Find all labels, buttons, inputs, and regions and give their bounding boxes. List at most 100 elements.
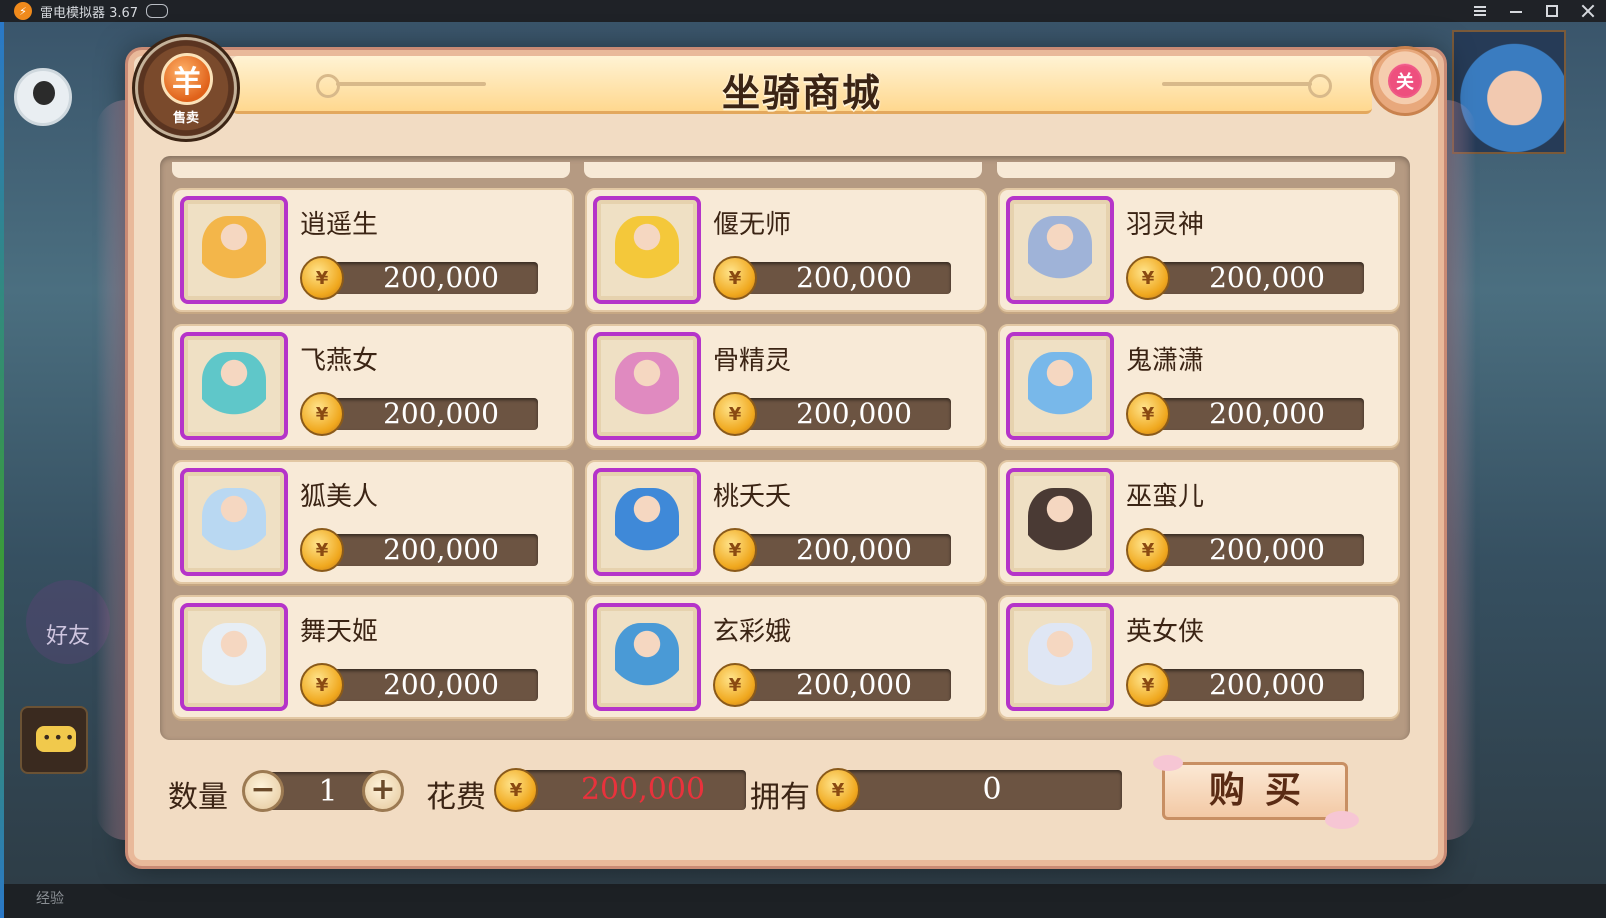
owned-value: 0 xyxy=(982,772,1002,807)
mount-item-card[interactable]: 偃无师 200,000 ¥ xyxy=(585,188,987,312)
mount-item-card[interactable]: 巫蛮儿 200,000 ¥ xyxy=(998,460,1400,584)
mount-portrait-frame xyxy=(180,196,288,304)
mount-name: 偃无师 xyxy=(713,210,792,240)
sell-label: 售卖 xyxy=(172,111,199,126)
owned-field: 0 xyxy=(842,770,1122,810)
gold-coin-icon: ¥ xyxy=(300,663,344,707)
mount-sprite xyxy=(615,216,679,286)
gamepad-icon[interactable] xyxy=(146,4,169,18)
maximize-icon[interactable] xyxy=(1544,3,1560,19)
gold-coin-icon: ¥ xyxy=(300,528,344,572)
experience-label: 经验 xyxy=(36,891,64,907)
mount-name: 鬼潇潇 xyxy=(1126,346,1205,376)
mount-item-card[interactable]: 鬼潇潇 200,000 ¥ xyxy=(998,324,1400,448)
header-ornament-right xyxy=(1162,74,1332,98)
mount-sprite xyxy=(1028,623,1092,693)
sell-coin-icon: 羊 xyxy=(161,53,213,105)
mount-portrait-frame xyxy=(1006,332,1114,440)
player-avatar[interactable] xyxy=(14,68,72,126)
chat-button[interactable] xyxy=(20,706,88,774)
cost-coin-icon: ¥ xyxy=(494,768,538,812)
gold-coin-icon: ¥ xyxy=(1126,392,1170,436)
emulator-logo-icon: ⚡ xyxy=(14,2,32,20)
mount-price: 200,000 xyxy=(1209,397,1325,430)
mount-item-card[interactable]: 玄彩娥 200,000 ¥ xyxy=(585,595,987,719)
mount-item-card[interactable]: 英女侠 200,000 ¥ xyxy=(998,595,1400,719)
decrease-quantity-button[interactable]: − xyxy=(242,770,284,812)
mount-price: 200,000 xyxy=(383,397,499,430)
owned-label: 拥有 xyxy=(750,780,810,815)
mount-item-card[interactable]: 舞天姬 200,000 ¥ xyxy=(172,595,574,719)
mount-sprite xyxy=(1028,352,1092,422)
mount-sprite xyxy=(202,216,266,286)
mount-sprite xyxy=(1028,216,1092,286)
gold-coin-icon: ¥ xyxy=(1126,256,1170,300)
increase-quantity-button[interactable]: + xyxy=(362,770,404,812)
gold-coin-icon: ¥ xyxy=(1126,528,1170,572)
mount-sprite xyxy=(615,488,679,558)
mount-price: 200,000 xyxy=(383,533,499,566)
mount-portrait-frame xyxy=(593,332,701,440)
mount-name: 羽灵神 xyxy=(1126,210,1205,240)
emulator-title: 雷电模拟器 3.67 xyxy=(40,5,139,21)
gold-coin-icon: ¥ xyxy=(713,528,757,572)
mount-sprite xyxy=(615,352,679,422)
mount-sprite xyxy=(202,623,266,693)
mount-item-card[interactable]: 飞燕女 200,000 ¥ xyxy=(172,324,574,448)
mount-name: 狐美人 xyxy=(300,482,379,512)
mount-item-card[interactable]: 骨精灵 200,000 ¥ xyxy=(585,324,987,448)
gold-coin-icon: ¥ xyxy=(1126,663,1170,707)
experience-bar: 经验 xyxy=(4,884,1606,918)
mount-price: 200,000 xyxy=(1209,668,1325,701)
sell-button[interactable]: 羊 售卖 xyxy=(132,34,240,142)
mount-portrait-frame xyxy=(1006,468,1114,576)
list-item-partial xyxy=(584,162,982,178)
gold-coin-icon: ¥ xyxy=(300,392,344,436)
mount-item-card[interactable]: 羽灵神 200,000 ¥ xyxy=(998,188,1400,312)
gold-coin-icon: ¥ xyxy=(713,392,757,436)
mount-price: 200,000 xyxy=(1209,261,1325,294)
close-icon: 关 xyxy=(1388,64,1422,98)
emulator-title-bar: ⚡ 雷电模拟器 3.67 xyxy=(0,0,1606,22)
gold-coin-icon: ¥ xyxy=(713,663,757,707)
mount-sprite xyxy=(202,488,266,558)
mount-item-card[interactable]: 桃夭夭 200,000 ¥ xyxy=(585,460,987,584)
mount-portrait-frame xyxy=(593,603,701,711)
shop-title: 坐骑商城 xyxy=(721,71,882,115)
mount-sprite xyxy=(1028,488,1092,558)
mount-name: 英女侠 xyxy=(1126,617,1205,647)
mount-portrait-frame xyxy=(1006,603,1114,711)
list-item-partial xyxy=(997,162,1395,178)
gold-coin-icon: ¥ xyxy=(300,256,344,300)
mount-portrait-frame xyxy=(593,468,701,576)
quantity-value[interactable]: 1 xyxy=(288,772,368,812)
mount-portrait-frame xyxy=(1006,196,1114,304)
mount-item-card[interactable]: 逍遥生 200,000 ¥ xyxy=(172,188,574,312)
mount-portrait-frame xyxy=(593,196,701,304)
mount-price: 200,000 xyxy=(796,397,912,430)
minimize-icon[interactable] xyxy=(1508,3,1524,19)
mount-name: 飞燕女 xyxy=(300,346,379,376)
cost-label: 花费 xyxy=(426,780,486,815)
cost-field: 200,000 xyxy=(520,770,746,810)
menu-icon[interactable] xyxy=(1472,3,1488,19)
mount-price: 200,000 xyxy=(383,261,499,294)
mount-name: 桃夭夭 xyxy=(713,482,792,512)
cost-value: 200,000 xyxy=(580,772,706,807)
mount-sprite xyxy=(615,623,679,693)
mount-sprite xyxy=(202,352,266,422)
mount-portrait-frame xyxy=(180,468,288,576)
mount-name: 骨精灵 xyxy=(713,346,792,376)
mount-item-card[interactable]: 狐美人 200,000 ¥ xyxy=(172,460,574,584)
buy-button[interactable]: 购买 xyxy=(1153,755,1359,829)
mount-name: 玄彩娥 xyxy=(713,617,792,647)
list-item-partial xyxy=(172,162,570,178)
close-window-icon[interactable] xyxy=(1580,3,1596,19)
close-button[interactable]: 关 xyxy=(1370,46,1440,116)
gold-coin-icon: ¥ xyxy=(713,256,757,300)
mount-price: 200,000 xyxy=(383,668,499,701)
owned-coin-icon: ¥ xyxy=(816,768,860,812)
mount-price: 200,000 xyxy=(796,668,912,701)
mount-price: 200,000 xyxy=(1209,533,1325,566)
mount-portrait-frame xyxy=(180,603,288,711)
